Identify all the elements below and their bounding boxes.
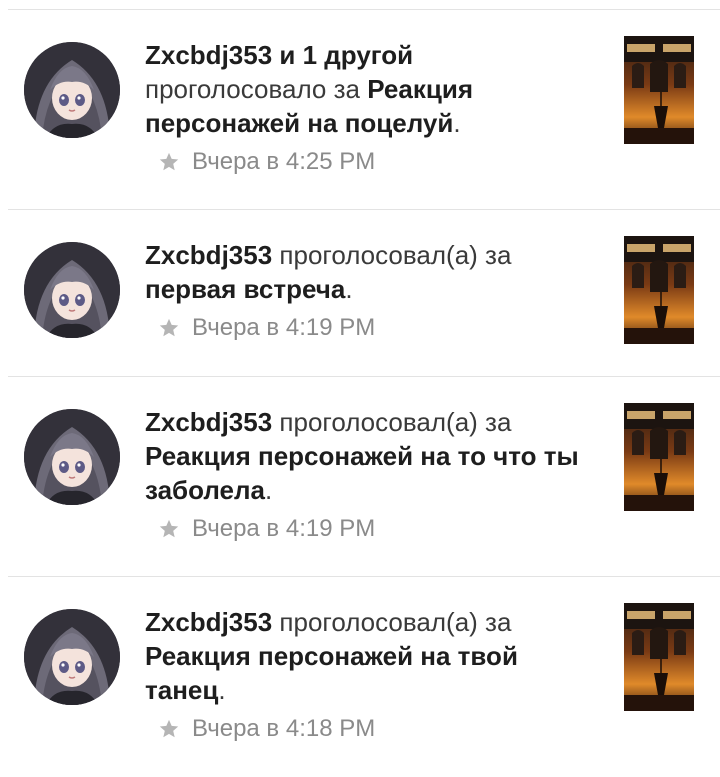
actor-name[interactable]: Zxcbdj353 bbox=[145, 240, 272, 270]
pirates-poster-icon[interactable] bbox=[624, 236, 694, 344]
actor-name[interactable]: Zxcbdj353 bbox=[145, 607, 272, 637]
notification-item[interactable]: Zxcbdj353 и 1 другой проголосовало за Ре… bbox=[8, 10, 720, 210]
action-verb: проголосовал(а) за bbox=[279, 407, 512, 437]
timestamp-text: Вчера в 4:25 PM bbox=[192, 148, 376, 175]
notification-text: Zxcbdj353 проголосовал(а) за Реакция пер… bbox=[145, 405, 595, 507]
punctuation: . bbox=[264, 475, 273, 505]
anime-avatar-icon[interactable] bbox=[24, 409, 120, 505]
notification-text: Zxcbdj353 проголосовал(а) за Реакция пер… bbox=[145, 605, 595, 707]
timestamp-text: Вчера в 4:18 PM bbox=[192, 715, 376, 742]
timestamp: Вчера в 4:18 PM bbox=[158, 715, 375, 743]
action-verb: проголосовало за bbox=[145, 74, 360, 104]
star-icon bbox=[159, 318, 179, 337]
punctuation: . bbox=[453, 108, 461, 138]
action-verb: проголосовал(а) за bbox=[279, 607, 512, 637]
star-icon bbox=[159, 152, 179, 171]
actor-name[interactable]: Zxcbdj353 bbox=[145, 407, 272, 437]
punctuation: . bbox=[345, 274, 353, 304]
star-icon bbox=[159, 519, 179, 538]
pirates-poster-icon[interactable] bbox=[624, 603, 694, 711]
notification-item[interactable]: Zxcbdj353 проголосовал(а) за Реакция пер… bbox=[8, 577, 720, 777]
action-verb: проголосовал(а) за bbox=[279, 240, 512, 270]
pirates-poster-icon[interactable] bbox=[624, 403, 694, 511]
target-title[interactable]: первая встреча bbox=[145, 274, 345, 304]
notification-text: Zxcbdj353 и 1 другой проголосовало за Ре… bbox=[145, 38, 595, 140]
punctuation: . bbox=[218, 675, 226, 705]
timestamp: Вчера в 4:19 PM bbox=[158, 314, 375, 342]
notification-item[interactable]: Zxcbdj353 проголосовал(а) за первая встр… bbox=[8, 210, 720, 377]
timestamp: Вчера в 4:19 PM bbox=[158, 515, 375, 543]
notification-text: Zxcbdj353 проголосовал(а) за первая встр… bbox=[145, 238, 595, 306]
pirates-poster-icon[interactable] bbox=[624, 36, 694, 144]
target-title[interactable]: Реакция персонажей на твой танец bbox=[145, 641, 518, 705]
target-title[interactable]: Реакция персонажей на то что ты заболела bbox=[145, 441, 579, 505]
anime-avatar-icon[interactable] bbox=[24, 42, 120, 138]
notification-feed: Zxcbdj353 и 1 другой проголосовало за Ре… bbox=[0, 10, 720, 777]
timestamp-text: Вчера в 4:19 PM bbox=[192, 515, 376, 542]
star-icon bbox=[159, 719, 179, 738]
notification-item[interactable]: Zxcbdj353 проголосовал(а) за Реакция пер… bbox=[8, 377, 720, 577]
anime-avatar-icon[interactable] bbox=[24, 609, 120, 705]
timestamp: Вчера в 4:25 PM bbox=[158, 148, 375, 176]
anime-avatar-icon[interactable] bbox=[24, 242, 120, 338]
timestamp-text: Вчера в 4:19 PM bbox=[192, 314, 376, 341]
actor-name[interactable]: Zxcbdj353 и 1 другой bbox=[145, 40, 413, 70]
